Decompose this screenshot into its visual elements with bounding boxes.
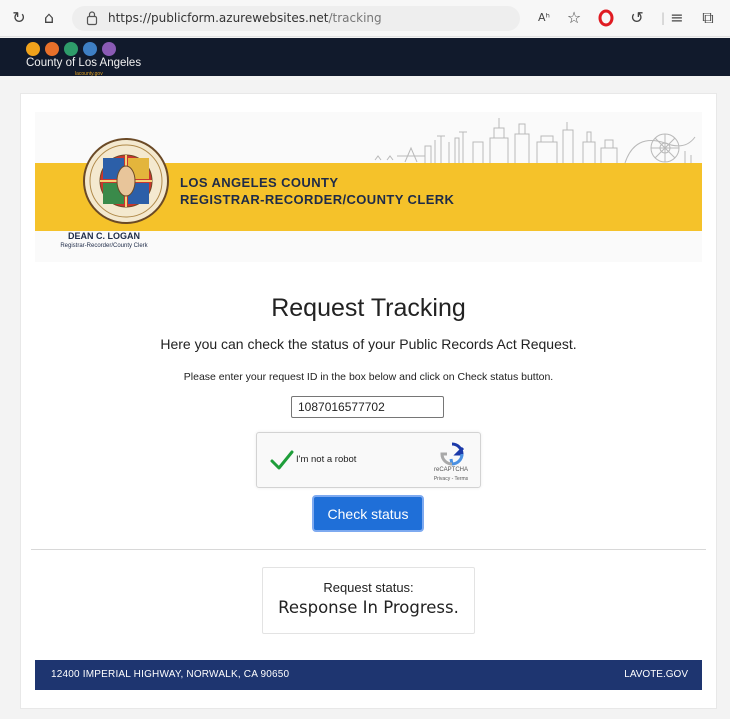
section-divider [31,549,706,550]
banner-title-line1: LOS ANGELES COUNTY [180,175,339,190]
sun-icon [26,42,40,56]
status-box: Request status: Response In Progress. [262,567,475,634]
request-id-input[interactable] [291,396,444,418]
official-title: Registrar-Recorder/County Clerk [60,243,148,249]
refresh-icon[interactable]: ↻ [10,9,28,27]
status-value: Response In Progress. [278,598,459,617]
url-text: https://publicform.azurewebsites.net/tra… [108,11,382,25]
check-status-button[interactable]: Check status [312,495,424,532]
footer-address: 12400 IMPERIAL HIGHWAY, NORWALK, CA 9065… [51,669,290,680]
checkmark-icon[interactable] [269,447,295,473]
collections-icon[interactable]: ⧉ [699,9,717,27]
extensions-icon[interactable]: ↺ [628,9,646,27]
skyline-illustration [374,118,696,164]
page-title: Request Tracking [271,294,466,322]
rrcc-banner: LOS ANGELES COUNTY REGISTRAR-RECORDER/CO… [35,112,702,262]
footer-site-link[interactable]: LAVOTE.GOV [624,669,688,680]
water-icon [83,42,97,56]
county-seal-logo [83,138,169,224]
county-logo-name: County of Los Angeles [26,57,142,69]
official-name: DEAN C. LOGAN [68,231,140,241]
county-logo[interactable]: County of Los Angeles lacounty.gov [23,42,143,77]
status-label: Request status: [323,580,414,595]
recaptcha-privacy-terms[interactable]: Privacy - Terms [421,476,481,482]
page-subtitle: Here you can check the status of your Pu… [160,336,577,352]
lock-icon [86,11,98,26]
person-icon [102,42,116,56]
opera-extension-icon[interactable] [597,9,615,27]
address-bar[interactable]: https://publicform.azurewebsites.net/tra… [72,6,520,31]
read-aloud-icon[interactable]: Aʰ [535,9,553,27]
home-icon[interactable]: ⌂ [40,9,58,27]
footer-bar: 12400 IMPERIAL HIGHWAY, NORWALK, CA 9065… [35,660,702,690]
tracking-card: LOS ANGELES COUNTY REGISTRAR-RECORDER/CO… [20,93,717,709]
recaptcha-label: I'm not a robot [296,454,357,465]
county-header-bar: County of Los Angeles lacounty.gov [0,38,730,77]
banner-title-line2: REGISTRAR-RECORDER/COUNTY CLERK [180,192,455,207]
browser-toolbar: ↻ ⌂ https://publicform.azurewebsites.net… [0,0,730,37]
recaptcha-logo-icon [440,442,465,466]
page-instruction: Please enter your request ID in the box … [183,371,554,383]
hill-icon [64,42,78,56]
recaptcha-widget[interactable]: I'm not a robot reCAPTCHA Privacy - Term… [256,432,481,488]
county-logo-sub: lacounty.gov [75,71,103,77]
favorite-icon[interactable]: ☆ [565,9,583,27]
favorites-bar-icon[interactable]: ≡ [668,9,686,27]
wave-icon [45,42,59,56]
recaptcha-brand: reCAPTCHA [433,467,468,473]
